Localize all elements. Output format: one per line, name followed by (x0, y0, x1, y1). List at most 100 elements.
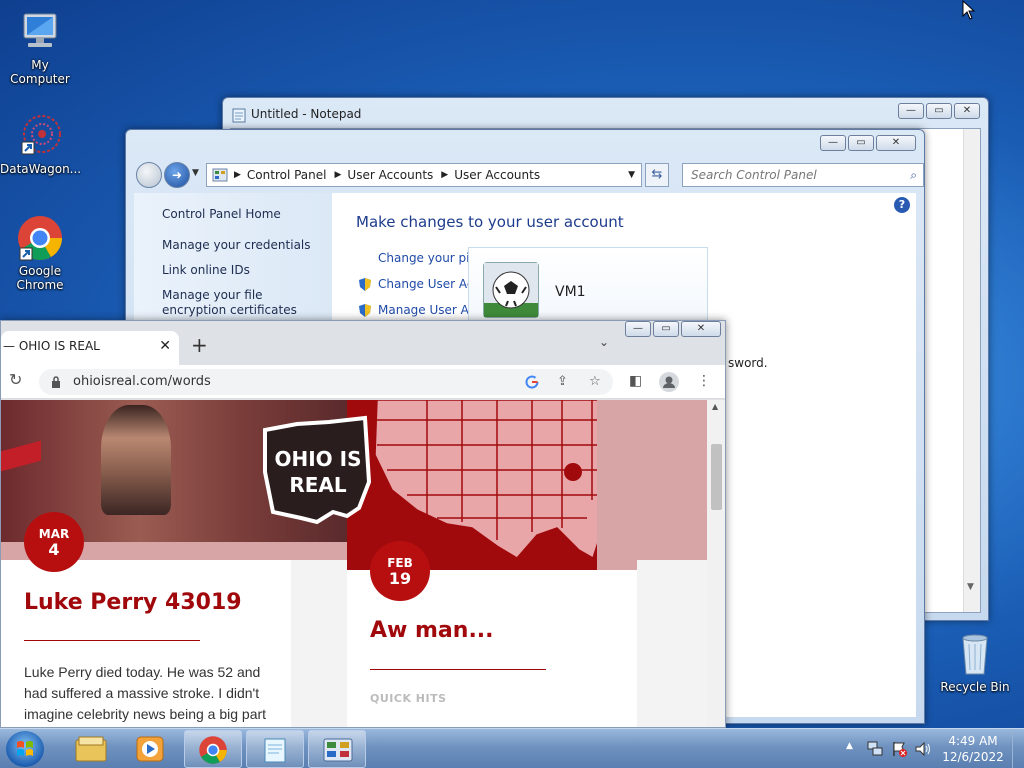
search-input[interactable]: Search Control Panel ⌕ (682, 163, 924, 187)
menu-kebab-icon[interactable]: ⋮ (697, 373, 711, 389)
windows-logo-icon (17, 741, 33, 756)
scrollbar-thumb[interactable] (711, 444, 722, 510)
vertical-scrollbar[interactable]: ▲ (707, 400, 725, 727)
chrome-window[interactable]: — ▭ ✕ — OHIO IS REAL ✕ + ⌄ ↻ ohioisreal.… (0, 320, 726, 728)
address-bar[interactable]: ohioisreal.com/words ⇪ ☆ (39, 369, 613, 395)
maximize-button[interactable]: ▭ (653, 321, 679, 337)
desktop-icon-label: DataWagon... (0, 162, 82, 176)
show-desktop-button[interactable] (1012, 729, 1024, 768)
avatar[interactable] (483, 262, 539, 318)
lock-icon (52, 376, 60, 388)
navigation-bar: ➜ ▼ ▶ Control Panel ▶ User Accounts ▶ Us… (134, 160, 924, 188)
uac-shield-icon (359, 304, 371, 317)
tab-search-icon[interactable]: ⌄ (599, 335, 609, 349)
tab-title: — OHIO IS REAL (3, 339, 100, 353)
desktop-icon-chrome[interactable]: Google Chrome (0, 214, 80, 292)
post-day: 19 (388, 569, 412, 588)
close-button[interactable]: ✕ (681, 321, 721, 337)
close-button[interactable]: ✕ (876, 135, 916, 151)
maximize-button[interactable]: ▭ (848, 135, 874, 151)
sidebar-link-link-online-ids[interactable]: Link online IDs (162, 263, 322, 278)
minimize-button[interactable]: — (820, 135, 846, 151)
close-tab-icon[interactable]: ✕ (159, 331, 171, 361)
desktop-icon-recycle-bin[interactable]: Recycle Bin (935, 630, 1015, 694)
sidebar-link-manage-credentials[interactable]: Manage your credentials (162, 238, 322, 253)
recycle-bin-icon (951, 630, 999, 678)
breadcrumb-item[interactable]: Control Panel (247, 168, 327, 182)
page-bg-band (637, 400, 707, 560)
clock-date: 12/6/2022 (942, 750, 1004, 764)
network-icon[interactable] (866, 740, 884, 758)
computer-icon (16, 8, 64, 56)
profile-icon[interactable] (659, 372, 679, 392)
scroll-up-icon[interactable]: ▲ (712, 402, 718, 411)
refresh-icon[interactable]: ⇆ (645, 163, 669, 187)
address-dropdown-icon[interactable]: ▼ (628, 170, 635, 180)
recent-pages-dropdown-icon[interactable]: ▼ (192, 168, 199, 178)
start-button[interactable] (6, 731, 44, 767)
address-bar[interactable]: ▶ Control Panel ▶ User Accounts ▶ User A… (206, 163, 642, 187)
taskbar-chrome-button[interactable] (184, 730, 242, 768)
page-gutter (637, 560, 707, 727)
help-icon[interactable]: ? (894, 197, 910, 213)
clock-time: 4:49 AM (948, 734, 998, 748)
maximize-button[interactable]: ▭ (926, 103, 952, 119)
logo-text: OHIO IS REAL (274, 447, 362, 497)
post-band (597, 400, 637, 570)
window-title: Untitled - Notepad (251, 107, 362, 121)
chevron-right-icon: ▶ (234, 170, 241, 180)
taskbar-notepad-button[interactable] (246, 730, 304, 768)
explorer-icon (75, 736, 107, 762)
close-button[interactable]: ✕ (954, 103, 980, 119)
chrome-icon (199, 736, 227, 764)
page-gutter (291, 560, 347, 727)
page-title: Make changes to your user account (356, 213, 624, 231)
share-icon[interactable]: ⇪ (557, 369, 568, 395)
url-text: ohioisreal.com/words (73, 374, 211, 389)
datawagon-icon (16, 112, 64, 160)
minimize-button[interactable]: — (898, 103, 924, 119)
taskbar-control-panel-button[interactable] (308, 730, 366, 768)
back-button[interactable] (136, 162, 162, 188)
scroll-down-icon[interactable]: ▼ (967, 582, 974, 592)
minimize-button[interactable]: — (625, 321, 651, 337)
taskbar-media-player-button[interactable] (122, 730, 180, 768)
sidebar-link-encryption-certificates[interactable]: Manage your file encryption certificates (162, 288, 322, 318)
desktop-icon-datawagon[interactable]: DataWagon... (0, 112, 82, 176)
search-icon[interactable]: ⌕ (910, 164, 917, 186)
taskbar-explorer-button[interactable] (62, 730, 120, 768)
sidebar-link-control-panel-home[interactable]: Control Panel Home (162, 207, 322, 222)
ohio-is-real-logo[interactable]: OHIO IS REAL (257, 412, 377, 532)
forward-button[interactable]: ➜ (164, 162, 190, 188)
chevron-right-icon: ▶ (334, 170, 342, 180)
user-name: VM1 (555, 284, 586, 300)
partial-text: sword. (728, 356, 768, 370)
side-panel-icon[interactable]: ◧ (629, 373, 642, 389)
soccer-ball-icon (484, 263, 538, 317)
desktop-icon-label: Recycle Bin (940, 680, 1010, 694)
browser-tab[interactable]: — OHIO IS REAL ✕ (1, 331, 179, 365)
post-date-badge: FEB 19 (370, 541, 430, 601)
post-excerpt: Luke Perry died today. He was 52 and had… (24, 664, 267, 722)
vertical-scrollbar[interactable]: ▼ (963, 129, 980, 612)
breadcrumb-item[interactable]: User Accounts (347, 168, 433, 182)
breadcrumb-item[interactable]: User Accounts (454, 168, 540, 182)
reload-icon[interactable]: ↻ (9, 370, 22, 389)
system-clock[interactable]: 4:49 AM 12/6/2022 (936, 733, 1010, 765)
post-title-link[interactable]: Aw man... (370, 618, 494, 643)
taskbar: ▲ 4:49 AM 12/6/2022 (0, 728, 1024, 768)
window-controls: — ▭ ✕ (625, 321, 721, 337)
web-page: OHIO IS REAL MAR 4 Luke Perry 43019 Luke… (1, 400, 725, 727)
google-icon[interactable] (525, 375, 539, 389)
bookmark-star-icon[interactable]: ☆ (589, 369, 601, 395)
window-controls: — ▭ ✕ (820, 135, 916, 151)
title-divider (24, 640, 200, 641)
post-photo-figure (101, 405, 171, 515)
action-center-flag-icon[interactable] (890, 740, 908, 758)
mouse-cursor-icon (962, 0, 976, 20)
volume-icon[interactable] (914, 740, 932, 758)
desktop-icon-my-computer[interactable]: My Computer (0, 8, 80, 86)
new-tab-button[interactable]: + (191, 333, 208, 357)
show-hidden-icons-icon[interactable]: ▲ (846, 741, 853, 751)
post-title-link[interactable]: Luke Perry 43019 (24, 590, 242, 615)
